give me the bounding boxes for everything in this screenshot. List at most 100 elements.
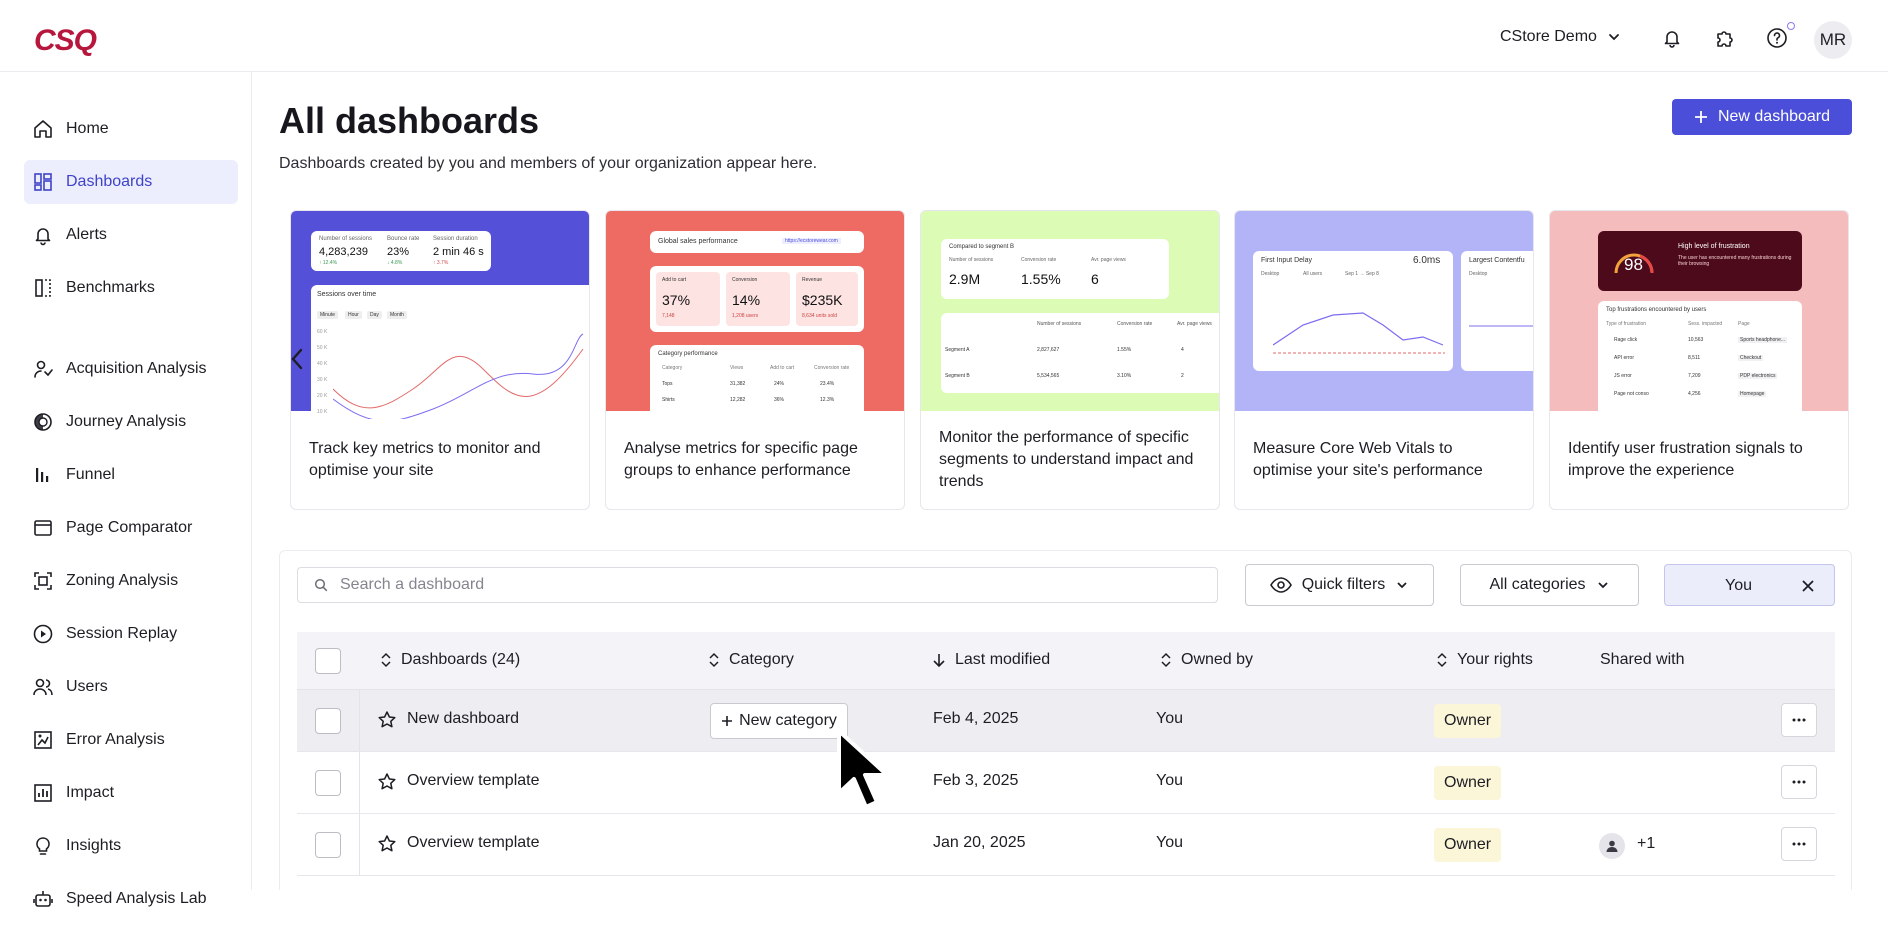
preview-metric-label: Session duration — [433, 236, 478, 242]
preview-filter: Desktop — [1469, 271, 1488, 277]
preview-metrics-box: Number of sessions 4,283,239 ↑ 12.4% Bou… — [311, 231, 491, 271]
preview-chart-title: Sessions over time — [317, 291, 377, 298]
new-category-button[interactable]: New category — [710, 703, 848, 739]
preview-filter: Desktop — [1261, 271, 1280, 277]
preview-chart-box: First Input Delay 6.0ms Desktop All user… — [1253, 251, 1453, 371]
sidebar-item-benchmarks[interactable]: Benchmarks — [24, 266, 238, 310]
dashboard-name[interactable]: New dashboard — [407, 710, 519, 728]
preview-table-cell: 2,827,627 — [1037, 347, 1060, 353]
preview-table-cell: API error — [1614, 355, 1635, 361]
preview-y-tick: 50 K — [317, 345, 328, 351]
row-checkbox[interactable] — [315, 708, 341, 734]
sidebar-item-acquisition-analysis[interactable]: Acquisition Analysis — [24, 347, 238, 391]
sidebar-item-users[interactable]: Users — [24, 665, 238, 709]
column-header-last-modified[interactable]: Last modified — [933, 651, 1050, 669]
sidebar-item-impact[interactable]: Impact — [24, 771, 238, 815]
sidebar-item-label: Acquisition Analysis — [66, 360, 207, 377]
template-card-frustration[interactable]: 98 High level of frustration The user ha… — [1549, 210, 1849, 510]
bell-icon[interactable] — [1660, 26, 1684, 50]
eye-icon — [1269, 577, 1292, 593]
column-header-label: Owned by — [1181, 651, 1254, 668]
sidebar-item-speed-analysis-lab[interactable]: Speed Analysis Lab — [24, 877, 238, 921]
star-icon[interactable] — [377, 834, 397, 854]
sidebar-item-journey-analysis[interactable]: Journey Analysis — [24, 400, 238, 444]
preview-table-header: Type of frustration — [1606, 321, 1647, 327]
funnel-icon — [36, 468, 49, 482]
last-modified: Feb 3, 2025 — [933, 772, 1019, 789]
preview-table-cell: 10,563 — [1688, 337, 1704, 343]
plus-icon — [722, 716, 733, 726]
row-actions-button[interactable] — [1781, 703, 1817, 737]
sidebar-item-home[interactable]: Home — [24, 107, 238, 151]
puzzle-icon[interactable] — [1713, 26, 1737, 50]
row-actions-button[interactable] — [1781, 827, 1817, 861]
sidebar-item-error-analysis[interactable]: Error Analysis — [24, 718, 238, 762]
star-icon[interactable] — [377, 710, 397, 730]
template-card-segments[interactable]: Compared to segment B Number of sessions… — [920, 210, 1220, 510]
rights-badge: Owner — [1434, 766, 1502, 800]
zoning-icon — [34, 572, 52, 590]
preview-table-header: Category — [662, 365, 683, 371]
preview-table-header: Number of sessions — [1037, 321, 1082, 327]
org-selector[interactable]: CStore Demo — [1500, 28, 1621, 46]
preview-kpi-box: Add to cart 37% 7,148 Conversion 14% 1,2… — [650, 266, 864, 332]
rights-badge: Owner — [1434, 828, 1502, 862]
template-card-page-groups[interactable]: Global sales performance https://ecstore… — [605, 210, 905, 510]
preview-table-header: Avr. page views — [1177, 321, 1212, 327]
user-avatar[interactable]: MR — [1814, 21, 1852, 59]
close-icon[interactable] — [1799, 577, 1817, 595]
preview-table-cell: PDP electronics — [1738, 373, 1778, 379]
sidebar-item-zoning-analysis[interactable]: Zoning Analysis — [24, 559, 238, 603]
table-row[interactable]: Overview template Feb 3, 2025 You Owner — [297, 752, 1835, 814]
sidebar-item-insights[interactable]: Insights — [24, 824, 238, 868]
column-header-label: Your rights — [1457, 651, 1533, 668]
row-checkbox[interactable] — [315, 770, 341, 796]
column-header-category[interactable]: Category — [709, 651, 794, 669]
shared-user-avatar[interactable] — [1599, 833, 1625, 859]
sidebar-item-session-replay[interactable]: Session Replay — [24, 612, 238, 656]
preview-metric-value: 6 — [1091, 271, 1099, 287]
preview-table-cell: Rage click — [1614, 337, 1638, 343]
star-icon[interactable] — [377, 772, 397, 792]
preview-table-cell: Page not conso — [1614, 391, 1649, 397]
app-logo[interactable]: CSQ — [34, 24, 97, 58]
search-input[interactable] — [340, 576, 1200, 594]
column-header-name[interactable]: Dashboards (24) — [381, 651, 520, 669]
template-card-web-vitals[interactable]: First Input Delay 6.0ms Desktop All user… — [1234, 210, 1534, 510]
template-card-key-metrics[interactable]: Number of sessions 4,283,239 ↑ 12.4% Bou… — [290, 210, 590, 510]
preview-kpi-value: 37% — [662, 292, 691, 308]
preview-metric-value: 1.55% — [1021, 271, 1061, 287]
play-icon — [33, 624, 53, 644]
select-all-checkbox[interactable] — [315, 648, 341, 674]
table-row[interactable]: New dashboard New category Feb 4, 2025 Y… — [297, 690, 1835, 752]
column-header-label: Category — [729, 651, 794, 668]
chevron-down-icon — [1609, 34, 1619, 41]
dashboard-name[interactable]: Overview template — [407, 772, 540, 790]
quick-filters-button[interactable]: Quick filters — [1245, 564, 1434, 606]
new-dashboard-button[interactable]: New dashboard — [1672, 99, 1852, 135]
sidebar-item-page-comparator[interactable]: Page Comparator — [24, 506, 238, 550]
chevron-left-icon[interactable] — [288, 346, 306, 372]
sidebar-item-dashboards[interactable]: Dashboards — [24, 160, 238, 204]
page-title: All dashboards — [279, 100, 540, 141]
preview-table-cell: Tops — [662, 381, 673, 387]
home-icon — [34, 120, 52, 138]
dashboard-name[interactable]: Overview template — [407, 834, 540, 852]
preview-kpi-sub: 8,634 units sold — [802, 313, 838, 319]
user-icon — [1606, 840, 1618, 852]
table-row[interactable]: Overview template Jan 20, 2025 You Owner… — [297, 814, 1835, 876]
categories-dropdown[interactable]: All categories — [1460, 564, 1639, 606]
row-actions-button[interactable] — [1781, 765, 1817, 799]
row-checkbox[interactable] — [315, 832, 341, 858]
help-icon[interactable] — [1765, 26, 1789, 50]
owner-filter-chip[interactable]: You — [1664, 564, 1835, 606]
preview-table-cell: Shirts — [662, 397, 675, 403]
search-field[interactable] — [297, 567, 1218, 603]
owner-filter-label: You — [1725, 577, 1752, 594]
preview-kpi-label: Conversion — [732, 277, 758, 283]
preview-metric-label: Bounce rate — [387, 236, 420, 242]
column-header-your-rights[interactable]: Your rights — [1437, 651, 1533, 669]
column-header-owned-by[interactable]: Owned by — [1161, 651, 1253, 669]
sidebar-item-alerts[interactable]: Alerts — [24, 213, 238, 257]
sidebar-item-funnel[interactable]: Funnel — [24, 453, 238, 497]
